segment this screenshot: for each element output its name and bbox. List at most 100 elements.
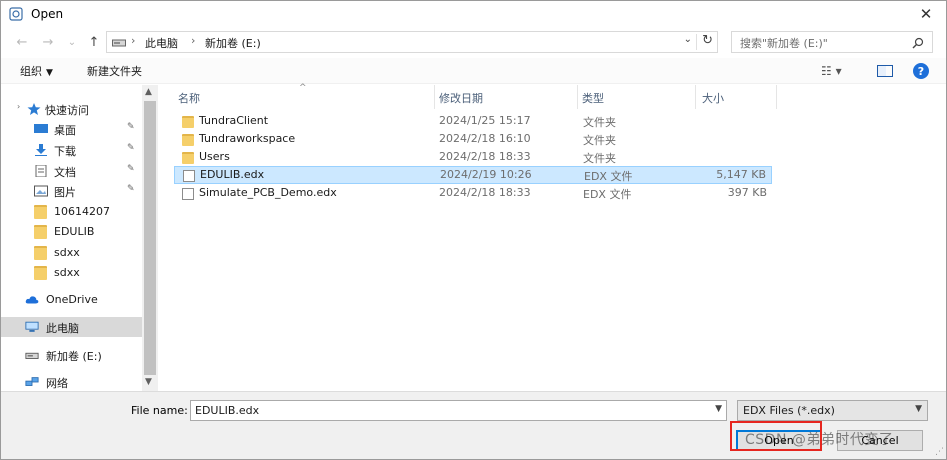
- new-folder-button[interactable]: 新建文件夹: [87, 63, 142, 79]
- file-row[interactable]: TundraClient 2024/1/25 15:17 文件夹: [174, 113, 772, 131]
- file-row[interactable]: Tundraworkspace 2024/2/18 16:10 文件夹: [174, 131, 772, 149]
- dialog-footer: File name: EDULIB.edx ▼ EDX Files (*.edx…: [1, 391, 946, 459]
- window-title: Open: [31, 7, 64, 21]
- up-arrow-icon[interactable]: ↑: [85, 33, 103, 51]
- chevron-down-icon[interactable]: ▼: [715, 404, 722, 414]
- drive-icon: [112, 39, 126, 47]
- scrollbar-thumb[interactable]: [144, 101, 156, 375]
- close-icon[interactable]: ✕: [916, 4, 936, 24]
- sidebar-item-pictures[interactable]: 图片 ✎: [1, 181, 142, 201]
- breadcrumb-drive-e[interactable]: 新加卷 (E:): [205, 35, 261, 51]
- file-modified: 2024/1/25 15:17: [439, 114, 531, 127]
- sidebar-item-label: 图片: [54, 186, 76, 199]
- sidebar-item-label: 网络: [46, 377, 68, 390]
- sidebar-item-label: 文档: [54, 166, 76, 179]
- file-row-selected[interactable]: EDULIB.edx 2024/2/19 10:26 EDX 文件 5,147 …: [174, 166, 772, 184]
- resize-grip-icon[interactable]: ⋰: [935, 447, 944, 457]
- sidebar-item-folder-sdxx[interactable]: sdxx: [1, 243, 142, 263]
- refresh-icon[interactable]: ↻: [702, 33, 713, 48]
- column-header-name[interactable]: 名称 ^: [161, 83, 435, 109]
- pin-icon: ✎: [127, 184, 135, 194]
- column-header-label: 名称: [178, 92, 200, 105]
- preview-pane-icon[interactable]: [877, 65, 893, 77]
- sidebar-item-network[interactable]: 网络: [1, 372, 142, 392]
- back-arrow-icon[interactable]: ←: [13, 33, 31, 51]
- command-toolbar: 组织 ▼ 新建文件夹 ☷ ▾ ?: [1, 58, 946, 84]
- sidebar-item-onedrive[interactable]: OneDrive: [1, 290, 142, 310]
- sidebar-item-folder-sdxx[interactable]: sdxx: [1, 263, 142, 283]
- divider: [696, 34, 697, 50]
- change-view-icon[interactable]: ☷ ▾: [821, 64, 842, 78]
- address-bar[interactable]: › 此电脑 › 新加卷 (E:) ⌄ ↻: [106, 31, 718, 53]
- drive-icon: [25, 352, 39, 359]
- download-icon: [35, 144, 47, 156]
- search-box[interactable]: 搜索"新加卷 (E:)": [731, 31, 933, 53]
- file-name: Simulate_PCB_Demo.edx: [199, 186, 337, 199]
- scroll-down-icon[interactable]: ▼: [145, 377, 152, 387]
- cloud-icon: [25, 296, 39, 304]
- file-modified: 2024/2/18 16:10: [439, 132, 531, 145]
- file-type: 文件夹: [583, 152, 616, 165]
- sidebar-item-quick-access[interactable]: › 快速访问: [1, 99, 142, 119]
- file-type: 文件夹: [583, 134, 616, 147]
- filename-combobox[interactable]: EDULIB.edx ▼: [190, 400, 727, 421]
- file-modified: 2024/2/19 10:26: [440, 168, 532, 181]
- breadcrumb-separator: ›: [191, 34, 196, 47]
- sidebar-item-label: 10614207: [54, 205, 110, 218]
- file-type: 文件夹: [583, 116, 616, 129]
- file-type: EDX 文件: [584, 170, 633, 183]
- file-row[interactable]: Users 2024/2/18 18:33 文件夹: [174, 149, 772, 167]
- sidebar-item-label: 此电脑: [46, 322, 79, 335]
- open-file-dialog: Open ✕ ← → ⌄ ↑ › 此电脑 › 新加卷 (E:) ⌄ ↻ 搜索"新…: [0, 0, 947, 460]
- caret-down-icon: ▼: [46, 68, 53, 78]
- folder-icon: [182, 134, 194, 146]
- column-header-size[interactable]: 大小: [696, 85, 777, 109]
- folder-icon: [182, 152, 194, 164]
- desktop-icon: [34, 124, 48, 133]
- sidebar-item-label: 快速访问: [45, 104, 89, 117]
- picture-icon: [34, 185, 48, 197]
- sidebar-item-label: EDULIB: [54, 225, 95, 238]
- sidebar-item-label: 下载: [54, 145, 76, 158]
- breadcrumb-this-pc[interactable]: 此电脑: [145, 35, 178, 51]
- sidebar-scrollbar[interactable]: ▲ ▼: [142, 85, 158, 391]
- chevron-down-icon[interactable]: ⌄: [684, 34, 692, 45]
- pin-icon: ✎: [127, 143, 135, 153]
- file-name: EDULIB.edx: [200, 168, 265, 181]
- file-list: 名称 ^ 修改日期 类型 大小 TundraClient 2024/1/25 1…: [161, 83, 946, 391]
- file-icon: [182, 188, 194, 200]
- sidebar-item-documents[interactable]: 文档 ✎: [1, 161, 142, 181]
- recent-locations-icon[interactable]: ⌄: [63, 33, 81, 51]
- column-header-type[interactable]: 类型: [578, 85, 696, 109]
- file-size: 397 KB: [727, 186, 767, 199]
- expand-arrow-icon[interactable]: ›: [17, 102, 20, 111]
- watermark: CSDN @弟弟时代变了: [745, 432, 894, 448]
- file-row[interactable]: Simulate_PCB_Demo.edx 2024/2/18 18:33 ED…: [174, 185, 772, 203]
- sidebar-item-downloads[interactable]: 下载 ✎: [1, 140, 142, 160]
- help-icon[interactable]: ?: [913, 63, 929, 79]
- filename-label: File name:: [131, 404, 188, 417]
- sidebar-item-desktop[interactable]: 桌面 ✎: [1, 119, 142, 139]
- column-header-label: 修改日期: [439, 92, 483, 105]
- navigation-pane: › 快速访问 桌面 ✎ 下载 ✎ 文档 ✎ 图片 ✎ 10614207 EDUL…: [1, 85, 158, 391]
- file-modified: 2024/2/18 18:33: [439, 150, 531, 163]
- column-header-modified[interactable]: 修改日期: [435, 85, 578, 109]
- navigation-bar: ← → ⌄ ↑ › 此电脑 › 新加卷 (E:) ⌄ ↻ 搜索"新加卷 (E:)…: [1, 28, 946, 56]
- organize-menu[interactable]: 组织 ▼: [20, 63, 53, 79]
- organize-label: 组织: [20, 65, 42, 78]
- column-header-label: 类型: [582, 92, 604, 105]
- sidebar-item-drive-e[interactable]: 新加卷 (E:): [1, 345, 142, 365]
- sidebar-item-label: sdxx: [54, 246, 80, 259]
- sidebar-item-folder-edulib[interactable]: EDULIB: [1, 222, 142, 242]
- file-type-filter[interactable]: EDX Files (*.edx) ▼: [737, 400, 928, 421]
- filename-input[interactable]: EDULIB.edx: [195, 404, 259, 417]
- folder-icon: [182, 116, 194, 128]
- forward-arrow-icon[interactable]: →: [39, 33, 57, 51]
- folder-icon: [34, 246, 47, 260]
- pin-icon: ✎: [127, 164, 135, 174]
- scroll-up-icon[interactable]: ▲: [145, 87, 152, 97]
- sidebar-item-folder-10614207[interactable]: 10614207: [1, 202, 142, 222]
- sidebar-item-this-pc[interactable]: 此电脑: [1, 317, 142, 337]
- sidebar-item-label: 新加卷 (E:): [46, 350, 102, 363]
- sidebar-item-label: 桌面: [54, 124, 76, 137]
